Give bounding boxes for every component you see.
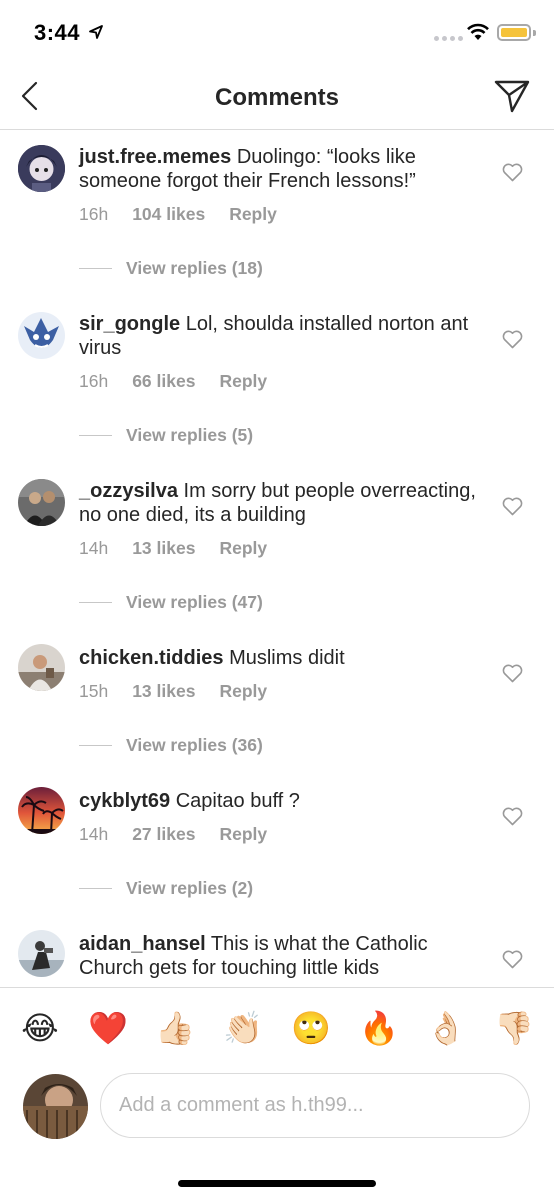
comment-username[interactable]: cykblyt69 [79,790,170,812]
heart-icon[interactable] [502,664,523,683]
comment-input[interactable] [119,1074,509,1136]
comment-meta: 16h 66 likes Reply [79,371,291,392]
comment-time: 14h [79,824,109,844]
status-bar: 3:44 [0,0,554,66]
view-replies-button[interactable]: View replies (36) [79,735,263,756]
comment-username[interactable]: aidan_hansel [79,933,206,955]
comment-body: Muslims didit [229,647,345,669]
location-arrow-icon [89,25,103,39]
comment-meta: 14h 27 likes Reply [79,824,291,845]
emoji-fire-button[interactable]: 🔥 [359,1008,399,1048]
comment-meta: 16h 104 likes Reply [79,204,301,225]
view-replies-line [79,602,112,603]
heart-icon[interactable] [502,497,523,516]
wifi-icon [467,23,489,40]
view-replies-line [79,888,112,889]
emoji-thumbs-up-button[interactable]: 👍🏻 [155,1008,195,1048]
view-replies-line [79,745,112,746]
avatar[interactable] [18,787,65,834]
comment-meta: 15h 13 likes Reply [79,681,291,702]
comment-time: 16h [79,204,109,224]
paper-plane-icon[interactable] [492,78,532,114]
reply-button[interactable]: Reply [219,538,267,559]
reply-button[interactable]: Reply [229,204,277,225]
signal-icon [434,36,463,41]
view-replies-line [79,268,112,269]
status-time: 3:44 [34,20,81,45]
avatar[interactable] [18,312,65,359]
emoji-thumbs-down-button[interactable]: 👎🏻 [494,1008,534,1048]
nav-bar: Comments [0,66,554,130]
comment-text: cykblyt69 Capitao buff ? [79,789,479,813]
comment-meta: 14h 13 likes Reply [79,538,291,559]
reply-button[interactable]: Reply [219,681,267,702]
comment-body: Capitao buff ? [175,790,300,812]
comment-time: 16h [79,371,109,391]
heart-icon[interactable] [502,950,523,969]
view-replies-line [79,435,112,436]
reply-button[interactable]: Reply [219,371,267,392]
view-replies-label: View replies (36) [126,735,263,755]
view-replies-label: View replies (2) [126,878,254,898]
view-replies-label: View replies (18) [126,258,263,278]
view-replies-button[interactable]: View replies (5) [79,425,253,446]
emoji-ok-hand-button[interactable]: 👌🏻 [426,1008,466,1048]
view-replies-button[interactable]: View replies (2) [79,878,253,899]
comment-likes[interactable]: 66 likes [132,371,195,392]
view-replies-label: View replies (5) [126,425,254,445]
comment-time: 15h [79,681,109,701]
comment-text: sir_gongle Lol, shoulda installed norton… [79,312,479,360]
my-avatar [23,1074,88,1139]
comment-username[interactable]: _ozzysilva [79,480,178,502]
comment-username[interactable]: sir_gongle [79,313,180,335]
comments-list[interactable]: just.free.memes Duolingo: “looks like so… [0,131,554,987]
battery-icon [497,24,531,41]
avatar[interactable] [18,644,65,691]
view-replies-button[interactable]: View replies (18) [79,258,263,279]
page-title: Comments [214,84,340,111]
avatar[interactable] [18,930,65,977]
comment-time: 14h [79,538,109,558]
comment-text: just.free.memes Duolingo: “looks like so… [79,145,479,193]
avatar[interactable] [18,479,65,526]
emoji-clapping-button[interactable]: 👏🏻 [223,1008,263,1048]
emoji-laughing-tears-button[interactable]: 😂 [20,1008,60,1048]
comment-text: _ozzysilva Im sorry but people overreact… [79,479,479,527]
comment-username[interactable]: just.free.memes [79,146,231,168]
comment-likes[interactable]: 13 likes [132,538,195,559]
heart-icon[interactable] [502,330,523,349]
comment-text: aidan_hansel This is what the Catholic C… [79,932,479,980]
heart-icon[interactable] [502,163,523,182]
comment-input-box[interactable] [100,1073,530,1138]
emoji-heart-button[interactable]: ❤️ [88,1008,128,1048]
home-indicator[interactable] [178,1180,376,1187]
comment-text: chicken.tiddies Muslims didit [79,646,479,670]
comment-username[interactable]: chicken.tiddies [79,647,224,669]
heart-icon[interactable] [502,807,523,826]
avatar[interactable] [18,145,65,192]
comment-likes[interactable]: 104 likes [132,204,205,225]
comment-likes[interactable]: 27 likes [132,824,195,845]
view-replies-label: View replies (47) [126,592,263,612]
comment-likes[interactable]: 13 likes [132,681,195,702]
reply-button[interactable]: Reply [219,824,267,845]
emoji-quick-bar: 😂 ❤️ 👍🏻 👏🏻 🙄 🔥 👌🏻 👎🏻 [0,987,554,1069]
view-replies-button[interactable]: View replies (47) [79,592,263,613]
emoji-eye-roll-button[interactable]: 🙄 [291,1008,331,1048]
battery-tip [533,30,536,36]
